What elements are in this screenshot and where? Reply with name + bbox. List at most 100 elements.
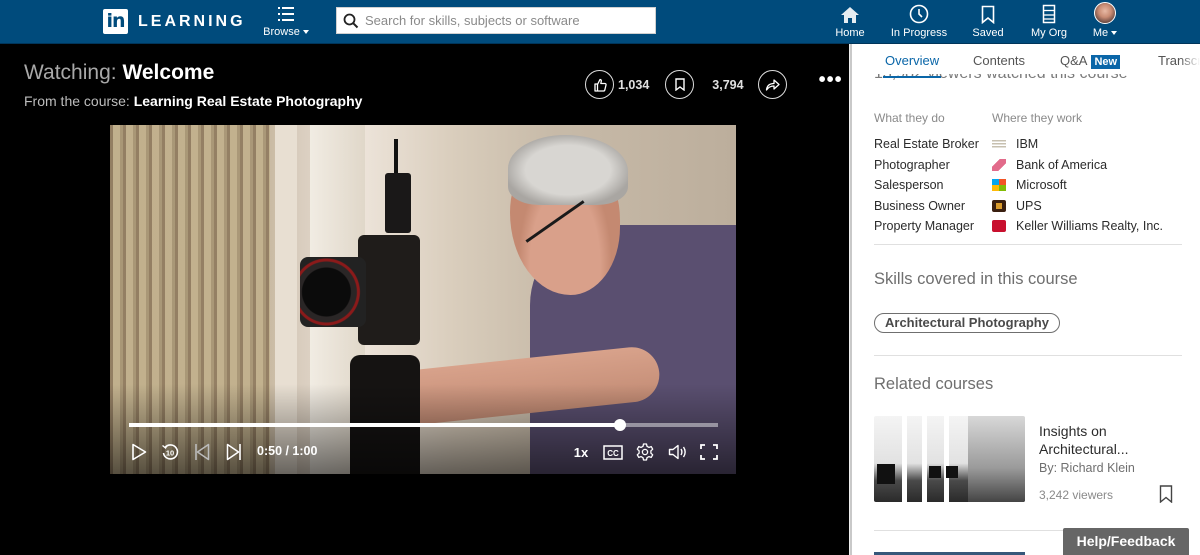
list-menu-icon bbox=[262, 4, 310, 24]
company-name: Microsoft bbox=[1016, 178, 1067, 193]
share-button[interactable] bbox=[757, 70, 787, 99]
skip-next-icon bbox=[226, 443, 241, 461]
rewind-10-icon: 10 bbox=[162, 444, 179, 460]
list-item: Photographer Bank of America bbox=[874, 155, 1163, 176]
related-course-author: By: Richard Klein bbox=[1039, 461, 1135, 475]
help-feedback-button[interactable]: Help/Feedback bbox=[1063, 528, 1189, 555]
settings-button[interactable] bbox=[634, 438, 656, 466]
previous-button[interactable] bbox=[191, 438, 213, 466]
related-course-viewers: 3,242 viewers bbox=[1039, 488, 1114, 502]
related-course-card[interactable]: Insights on Architectural... By: Richard… bbox=[874, 416, 1174, 504]
captions-button[interactable]: CC bbox=[602, 438, 624, 466]
nav-me-label: Me bbox=[1093, 27, 1118, 39]
company-name: UPS bbox=[1016, 198, 1042, 213]
video-scene-hair bbox=[508, 135, 628, 205]
video-actions: 1,034 3,794 ••• bbox=[585, 69, 843, 99]
caret-down-icon bbox=[302, 30, 309, 35]
nav-my-org[interactable]: My Org bbox=[1018, 0, 1080, 44]
what-they-do-header: What they do bbox=[874, 111, 945, 125]
course-prefix: From the course: bbox=[24, 93, 130, 109]
watching-prefix: Watching: bbox=[24, 61, 117, 84]
nav-saved-label: Saved bbox=[972, 27, 1004, 39]
thumbs-up-icon bbox=[593, 78, 607, 92]
microsoft-logo-icon bbox=[992, 179, 1006, 192]
share-arrow-icon bbox=[765, 79, 780, 91]
linkedin-in-icon: in bbox=[103, 9, 128, 34]
where-they-work-header: Where they work bbox=[992, 111, 1083, 125]
caret-down-icon bbox=[1111, 31, 1118, 36]
linkedin-learning-logo[interactable]: in LEARNING bbox=[103, 9, 246, 34]
tabs-overflow-fade bbox=[1180, 44, 1200, 74]
fullscreen-button[interactable] bbox=[698, 438, 720, 466]
watching-title: Watching: Welcome bbox=[24, 61, 214, 85]
volume-button[interactable] bbox=[667, 438, 689, 466]
video-progress-bar[interactable] bbox=[129, 419, 718, 431]
course-title-link[interactable]: Learning Real Estate Photography bbox=[134, 93, 363, 109]
nav-my-org-label: My Org bbox=[1030, 27, 1068, 39]
browse-menu-button[interactable]: Browse bbox=[262, 4, 310, 38]
company-name: Keller Williams Realty, Inc. bbox=[1016, 219, 1164, 234]
viewer-demographics: Real Estate Broker IBM Photographer Bank… bbox=[874, 134, 1163, 237]
list-item: Property Manager Keller Williams Realty,… bbox=[874, 216, 1163, 237]
like-button[interactable] bbox=[585, 70, 614, 99]
like-count: 1,034 bbox=[618, 77, 650, 92]
browse-label: Browse bbox=[262, 26, 310, 38]
company-name: IBM bbox=[1016, 137, 1039, 152]
job-title: Business Owner bbox=[874, 198, 966, 213]
save-button[interactable] bbox=[665, 70, 695, 99]
list-item: Salesperson Microsoft bbox=[874, 175, 1163, 196]
player-area: Watching: Welcome From the course: Learn… bbox=[0, 45, 850, 555]
play-button[interactable] bbox=[128, 438, 150, 466]
tab-overview[interactable]: Overview bbox=[882, 44, 942, 78]
svg-text:CC: CC bbox=[607, 449, 619, 458]
search-input[interactable] bbox=[365, 13, 645, 28]
progress-handle[interactable] bbox=[613, 419, 626, 431]
save-related-course-button[interactable] bbox=[1159, 485, 1173, 508]
nav-saved[interactable]: Saved bbox=[958, 0, 1018, 44]
tab-qa[interactable]: Q&A New bbox=[1060, 44, 1121, 74]
video-controls: 10 0:50 / 1:00 1x CC bbox=[110, 438, 736, 466]
ups-logo-icon bbox=[992, 199, 1006, 212]
skill-pill[interactable]: Architectural Photography bbox=[874, 313, 1060, 333]
keller-williams-logo-icon bbox=[992, 220, 1006, 233]
job-title: Real Estate Broker bbox=[874, 137, 979, 152]
list-item: Business Owner UPS bbox=[874, 196, 1163, 217]
search-box[interactable] bbox=[336, 7, 656, 34]
nav-home[interactable]: Home bbox=[820, 0, 880, 44]
search-icon bbox=[337, 8, 365, 33]
progress-fill bbox=[129, 423, 620, 427]
fullscreen-icon bbox=[700, 444, 718, 460]
list-item: Real Estate Broker IBM bbox=[874, 134, 1163, 155]
section-divider bbox=[874, 244, 1182, 245]
course-sidebar: 13,982 viewers watched this course Overv… bbox=[852, 44, 1200, 555]
video-player[interactable]: 10 0:50 / 1:00 1x CC bbox=[110, 125, 736, 474]
rewind-10-button[interactable]: 10 bbox=[159, 438, 181, 466]
next-button[interactable] bbox=[223, 438, 245, 466]
logo-text: LEARNING bbox=[138, 12, 246, 30]
gear-icon bbox=[636, 443, 654, 461]
playback-speed-button[interactable]: 1x bbox=[570, 438, 592, 466]
section-divider bbox=[874, 355, 1182, 356]
more-options-button[interactable]: ••• bbox=[819, 69, 843, 92]
nav-in-progress[interactable]: In Progress bbox=[880, 0, 958, 44]
related-course-title[interactable]: Insights on Architectural... bbox=[1039, 422, 1149, 458]
nav-in-progress-label: In Progress bbox=[890, 27, 948, 39]
play-icon bbox=[132, 443, 147, 461]
bookmark-icon bbox=[1159, 485, 1173, 504]
nav-items: Home In Progress Saved My Org Me bbox=[820, 0, 1130, 44]
bookmark-icon bbox=[675, 78, 685, 91]
nav-me[interactable]: Me bbox=[1080, 0, 1130, 44]
top-navigation: in LEARNING Browse Home In Progress bbox=[0, 0, 1200, 44]
ibm-logo-icon bbox=[992, 140, 1006, 149]
job-title: Salesperson bbox=[874, 178, 944, 193]
tab-contents[interactable]: Contents bbox=[973, 44, 1025, 74]
course-line: From the course: Learning Real Estate Ph… bbox=[24, 93, 362, 109]
home-icon bbox=[840, 2, 860, 24]
skills-section-title: Skills covered in this course bbox=[874, 270, 1078, 288]
company-name: Bank of America bbox=[1016, 157, 1108, 172]
course-thumbnail bbox=[874, 416, 1025, 502]
video-scene-camera bbox=[300, 139, 440, 345]
job-title: Photographer bbox=[874, 157, 950, 172]
skip-previous-icon bbox=[195, 443, 210, 461]
save-count: 3,794 bbox=[712, 77, 744, 92]
